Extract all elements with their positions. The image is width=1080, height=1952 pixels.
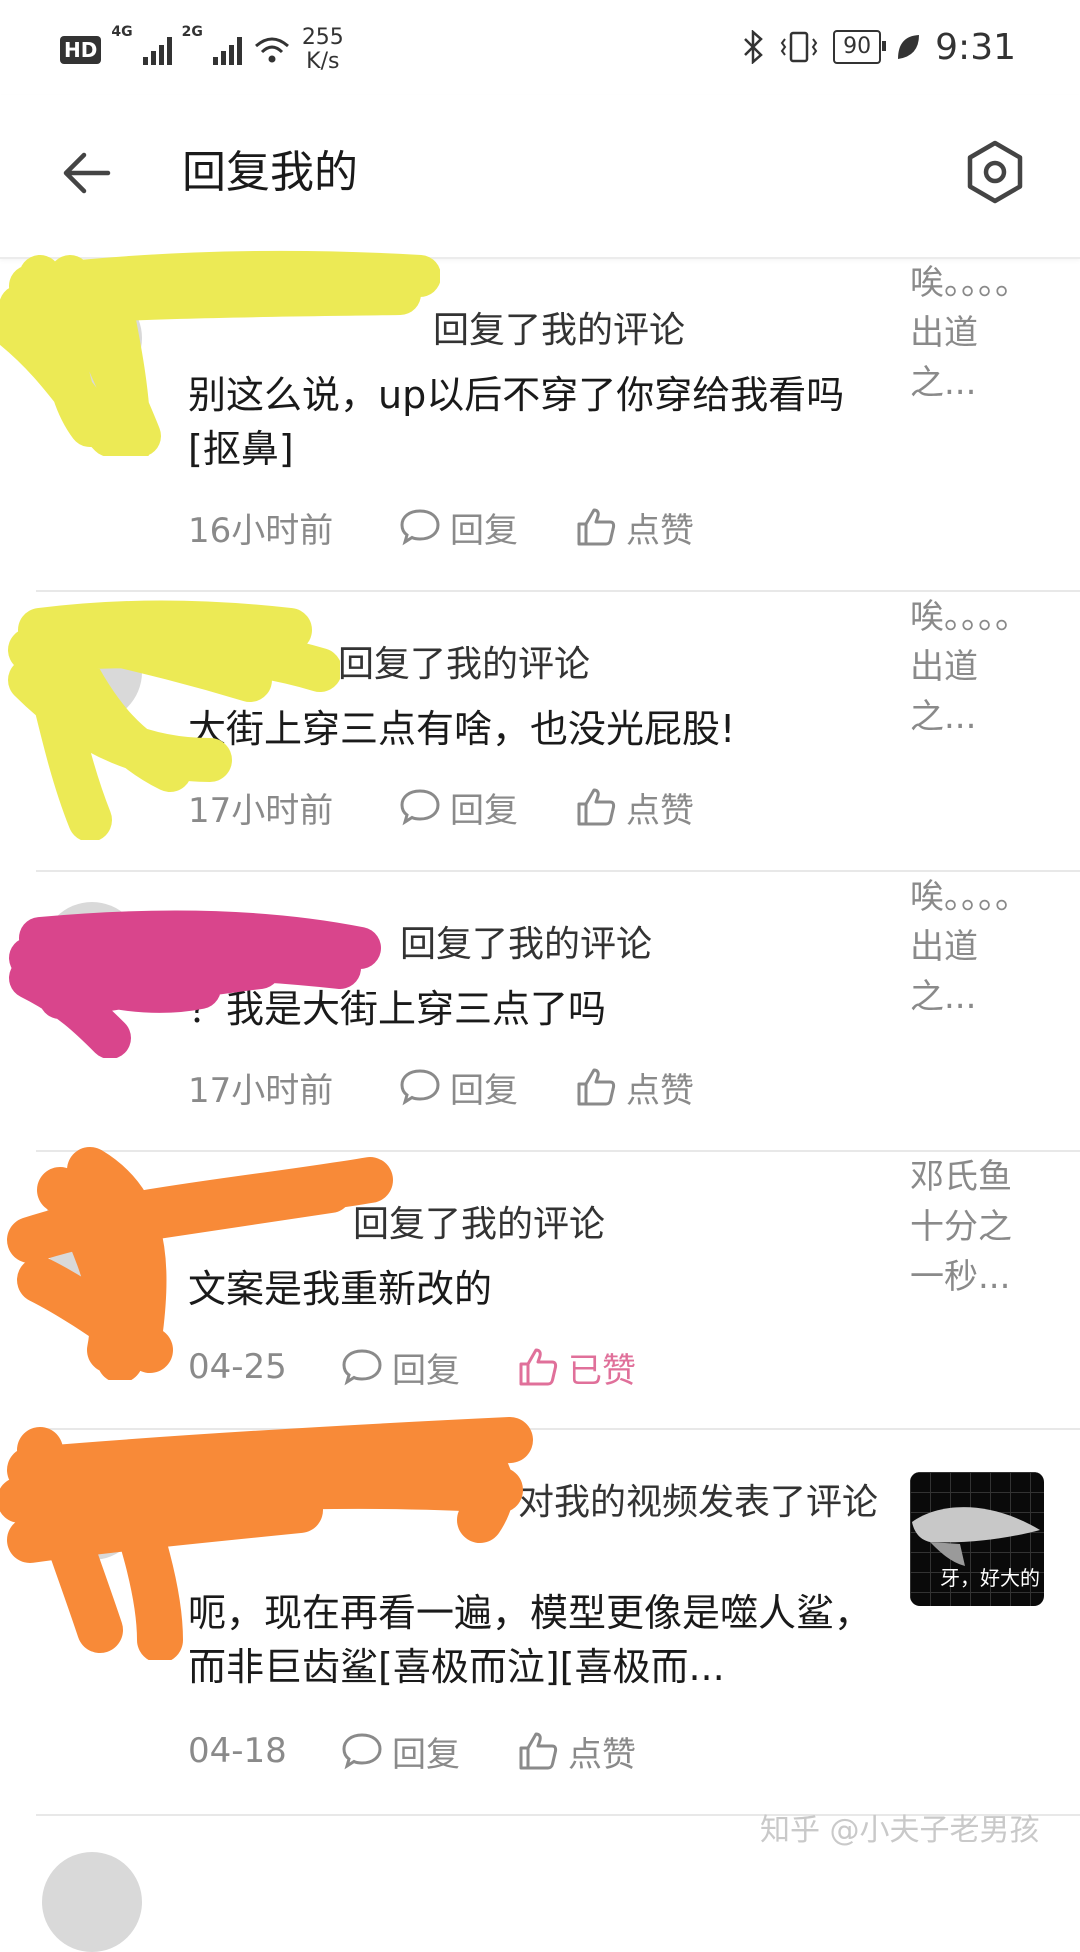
battery-indicator: 90: [833, 30, 887, 64]
comment-content[interactable]: 呃，现在再看一遍，模型更像是噬人鲨，而非巨齿鲨[喜极而泣][喜极而...: [188, 1586, 878, 1694]
network-speed: 255 K/s: [302, 26, 344, 74]
comment-bubble-icon: [400, 1069, 440, 1106]
reply-label: 回复: [450, 1070, 518, 1111]
like-button[interactable]: 点赞: [516, 1727, 636, 1776]
action-text: 回复了我的评论: [400, 924, 653, 965]
like-label: 点赞: [568, 1734, 636, 1775]
avatar[interactable]: [42, 902, 142, 1002]
comment-bubble-icon: [342, 1349, 382, 1386]
avatar[interactable]: [42, 1460, 142, 1560]
avatar[interactable]: [42, 1182, 142, 1282]
notification-header: 对我的视频发表了评论: [188, 1476, 878, 1530]
network-4g-label: 4G: [111, 24, 133, 40]
like-button[interactable]: 点赞: [574, 503, 694, 552]
action-text: 回复了我的评论: [433, 310, 686, 351]
avatar[interactable]: [42, 622, 142, 722]
timestamp: 17小时前: [188, 1070, 334, 1111]
like-label: 点赞: [626, 790, 694, 831]
thumbnail-caption: 牙，好大的: [940, 1566, 1040, 1590]
avatar[interactable]: [42, 1852, 142, 1952]
referenced-comment[interactable]: 唉。。。。出道之...: [910, 592, 1029, 742]
thumbs-up-icon: [577, 508, 616, 546]
watermark: 知乎 @小夫子老男孩: [760, 1813, 1040, 1848]
action-text: 对我的视频发表了评论: [518, 1482, 879, 1523]
referenced-comment[interactable]: 邓氏鱼十分之一秒...: [910, 1152, 1020, 1302]
timestamp: 17小时前: [188, 790, 334, 831]
comment-bubble-icon: [400, 509, 440, 546]
notification-header: 回复了我的评论: [188, 918, 878, 972]
thumbs-up-icon: [577, 788, 616, 826]
reply-label: 回复: [450, 510, 518, 551]
comment-bubble-icon: [342, 1733, 382, 1770]
leaf-icon: [898, 35, 920, 59]
reply-button[interactable]: 回复: [398, 1063, 518, 1112]
like-button[interactable]: 点赞: [574, 1063, 694, 1112]
referenced-comment[interactable]: 唉。。。。出道之...: [910, 258, 1029, 408]
like-button[interactable]: 点赞: [574, 783, 694, 832]
speed-unit: K/s: [306, 49, 340, 74]
notification-header: 回复了我的评论: [188, 638, 878, 692]
status-left: HD 4G 2G 255 K/s: [60, 20, 344, 80]
bluetooth-icon: [744, 30, 763, 64]
notification-item[interactable]: 对我的视频发表了评论 呃，现在再看一遍，模型更像是噬人鲨，而非巨齿鲨[喜极而泣]…: [0, 1417, 1080, 1814]
action-row: 17小时前 回复 点赞: [188, 1062, 750, 1112]
speed-value: 255: [301, 25, 344, 50]
like-label: 已赞: [568, 1350, 636, 1391]
hd-badge: HD: [60, 36, 102, 64]
notification-item[interactable]: 回复了我的评论 大街上穿三点有啥，也没光屁股! 17小时前 回复 点赞 唉。。。…: [0, 592, 1080, 870]
page-title: 回复我的: [182, 147, 358, 198]
reply-button[interactable]: 回复: [398, 503, 518, 552]
video-thumbnail[interactable]: 牙，好大的: [910, 1472, 1044, 1606]
avatar[interactable]: [42, 288, 142, 388]
like-label: 点赞: [626, 510, 694, 551]
reply-button[interactable]: 回复: [340, 1727, 460, 1776]
thumbs-up-icon: [519, 1732, 558, 1770]
comment-content[interactable]: 文案是我重新改的: [188, 1262, 878, 1316]
reply-label: 回复: [450, 790, 518, 831]
notification-item[interactable]: 回复了我的评论 别这么说，up以后不穿了你穿给我看吗[抠鼻] 16小时前 回复 …: [0, 250, 1080, 590]
vibrate-icon: [780, 31, 818, 63]
comment-bubble-icon: [400, 789, 440, 826]
clock: 9:31: [935, 26, 1016, 68]
notification-header: 回复了我的评论: [188, 1198, 878, 1252]
action-row: 04-18 回复 点赞: [188, 1726, 692, 1776]
status-right: 90 9:31: [741, 22, 1016, 72]
comment-content[interactable]: 大街上穿三点有啥，也没光屁股!: [188, 702, 878, 756]
notification-item[interactable]: 回复了我的评论 文案是我重新改的 04-25 回复 已赞 邓氏鱼十分之一秒...: [0, 1147, 1080, 1430]
app-header: 回复我的: [0, 95, 1080, 259]
signal-icon: [142, 35, 172, 65]
reply-button[interactable]: 回复: [398, 783, 518, 832]
comment-content[interactable]: 别这么说，up以后不穿了你穿给我看吗[抠鼻]: [188, 368, 878, 476]
reply-button[interactable]: 回复: [340, 1343, 460, 1392]
notification-item[interactable]: 回复了我的评论 ？我是大街上穿三点了吗 17小时前 回复 点赞 唉。。。。出道之…: [0, 872, 1080, 1150]
comment-content[interactable]: ？我是大街上穿三点了吗: [188, 982, 878, 1036]
action-text: 回复了我的评论: [353, 1204, 606, 1245]
action-text: 回复了我的评论: [338, 644, 591, 685]
notification-header: 回复了我的评论: [188, 304, 878, 358]
arrow-left-icon[interactable]: [58, 145, 114, 201]
thumbs-up-icon: [519, 1348, 558, 1386]
reply-label: 回复: [392, 1734, 460, 1775]
action-row: 17小时前 回复 点赞: [188, 782, 750, 832]
reply-label: 回复: [392, 1350, 460, 1391]
status-bar: HD 4G 2G 255 K/s 90 9:31: [0, 0, 1080, 95]
referenced-comment[interactable]: 唉。。。。出道之...: [910, 872, 1029, 1022]
like-label: 点赞: [626, 1070, 694, 1111]
shark-image: [912, 1507, 1040, 1566]
timestamp: 16小时前: [188, 510, 334, 551]
action-row: 04-25 回复 已赞: [188, 1342, 692, 1392]
network-2g-label: 2G: [181, 24, 203, 40]
signal-icon: [212, 35, 242, 65]
liked-button[interactable]: 已赞: [516, 1343, 636, 1392]
settings-icon[interactable]: [962, 139, 1028, 205]
wifi-icon: [254, 37, 289, 63]
action-row: 16小时前 回复 点赞: [188, 502, 750, 552]
timestamp: 04-18: [188, 1731, 287, 1771]
thumbs-up-icon: [577, 1068, 616, 1106]
timestamp: 04-25: [188, 1347, 287, 1387]
